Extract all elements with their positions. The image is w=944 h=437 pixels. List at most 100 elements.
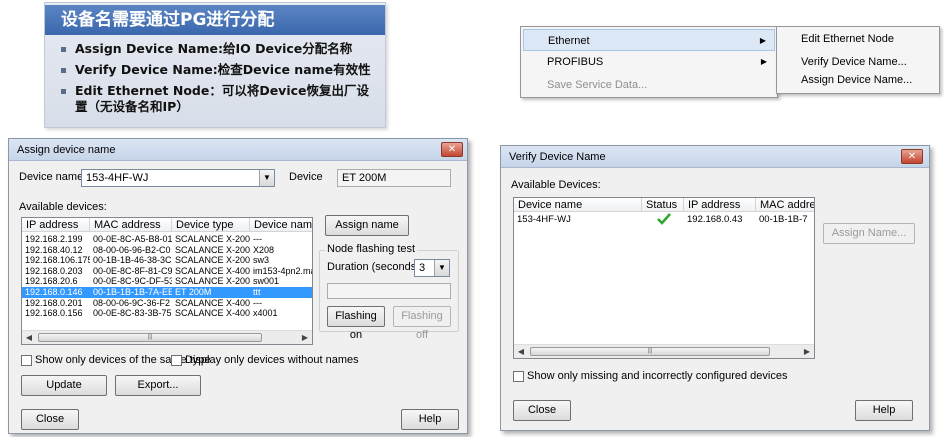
scroll-thumb[interactable]: |||	[38, 333, 262, 342]
column-header[interactable]: MAC address	[90, 218, 172, 232]
dialog-title: Verify Device Name	[509, 151, 606, 163]
callout-list: Assign Device Name:给IO Device分配名称 Verify…	[59, 41, 379, 120]
help-button[interactable]: Help	[855, 400, 913, 421]
device-name-cell: ---	[253, 297, 262, 308]
column-header[interactable]: IP address	[684, 198, 756, 212]
assign-name-button[interactable]: Assign name	[325, 215, 409, 236]
without-names-checkbox[interactable]	[171, 355, 182, 366]
submenu-arrow-icon: ▶	[759, 36, 766, 45]
duration-select[interactable]: 3 ▼	[414, 259, 450, 277]
ip-address-cell: 192.168.2.199	[25, 234, 83, 244]
assign-name-button[interactable]: Assign Name...	[823, 223, 915, 244]
submenu-arrow-icon: ▶	[760, 57, 767, 66]
context-menu: Ethernet ▶ PROFIBUS ▶ Save Service Data.…	[520, 26, 778, 98]
table-row[interactable]: 192.168.2.199 00-0E-8C-A5-B8-01 SCALANCE X…	[22, 234, 312, 245]
column-header[interactable]: Device name	[514, 198, 642, 212]
device-type-cell: SCALANCE X-200	[175, 244, 250, 255]
device-name-combobox[interactable]: 153-4HF-WJ ▼	[81, 169, 275, 187]
menu-item-edit-ethernet-node[interactable]: Edit Ethernet Node	[779, 29, 937, 49]
device-label: Device	[289, 171, 323, 183]
without-names-label: Display only devices without names	[185, 354, 359, 366]
table-row[interactable]: 192.168.106.175 00-1B-1B-46-38-3C SCALANCE…	[22, 255, 312, 266]
close-button[interactable]: Close	[21, 409, 79, 430]
table-row[interactable]: 192.168.0.156 00-0E-8C-83-3B-75 SCALANCE X…	[22, 308, 312, 319]
column-header[interactable]: MAC address	[756, 198, 814, 212]
help-button[interactable]: Help	[401, 409, 459, 430]
table-row[interactable]: 192.168.0.201 08-00-06-9C-36-F2 SCALANCE X…	[22, 298, 312, 309]
mac-address-cell: 00-0E-8C-8F-81-C9	[93, 265, 172, 276]
horizontal-scrollbar[interactable]: ◀ ||| ▶	[22, 330, 312, 344]
update-button[interactable]: Update	[21, 375, 107, 396]
scroll-right-icon[interactable]: ▶	[800, 345, 814, 358]
menu-item-save-service-data[interactable]: Save Service Data...	[523, 74, 775, 96]
flashing-on-button[interactable]: Flashing on	[327, 306, 385, 341]
info-callout: 设备名需要通过PG进行分配 Assign Device Name:给IO Dev…	[44, 2, 386, 128]
chevron-down-icon[interactable]: ▼	[259, 170, 274, 186]
menu-item-label: Save Service Data...	[547, 79, 648, 91]
flashing-off-button[interactable]: Flashing off	[393, 306, 451, 341]
table-row[interactable]: 192.168.0.203 00-0E-8C-8F-81-C9 SCALANCE X…	[22, 266, 312, 277]
dialog-title: Assign device name	[17, 144, 116, 156]
close-icon[interactable]: ✕	[901, 149, 923, 164]
missing-devices-checkbox[interactable]	[513, 371, 524, 382]
callout-item: Edit Ethernet Node：可以将Device恢复出厂设置（无设备名和…	[59, 83, 379, 115]
scroll-thumb[interactable]: |||	[530, 347, 770, 356]
menu-item-profibus[interactable]: PROFIBUS ▶	[523, 51, 775, 73]
ip-address-cell: 192.168.0.156	[25, 308, 83, 319]
mac-address-cell: 00-0E-8C-9C-DF-53	[93, 276, 172, 287]
device-type-cell: SCALANCE X-200	[175, 234, 250, 244]
mac-address-cell: 00-1B-1B-46-38-3C	[93, 255, 172, 266]
duration-value: 3	[419, 262, 426, 274]
mac-address-cell: 00-0E-8C-A5-B8-01	[93, 234, 172, 244]
mac-address-cell: 00-0E-8C-83-3B-75	[93, 308, 172, 319]
menu-item-assign-device-name[interactable]: Assign Device Name...	[779, 70, 937, 90]
menu-item-verify-device-name[interactable]: Verify Device Name...	[779, 52, 937, 72]
mac-address-cell: 00-1B-1B-1B-7A-EE	[93, 287, 172, 297]
devices-list[interactable]: Device name Status IP address MAC addres…	[513, 197, 815, 359]
device-name-value: 153-4HF-WJ	[86, 172, 149, 184]
ethernet-submenu: Edit Ethernet Node Verify Device Name...…	[776, 26, 940, 94]
scroll-left-icon[interactable]: ◀	[22, 331, 36, 344]
available-devices-label: Available Devices:	[511, 179, 601, 191]
device-type-cell: SCALANCE X-400	[175, 308, 250, 319]
horizontal-scrollbar[interactable]: ◀ ||| ▶	[514, 344, 814, 358]
node-flashing-label: Node flashing test	[325, 243, 418, 255]
missing-devices-label: Show only missing and incorrectly config…	[527, 370, 788, 382]
verify-device-name-dialog: Verify Device Name ✕ Available Devices: …	[500, 145, 930, 431]
close-button[interactable]: Close	[513, 400, 571, 421]
column-header[interactable]: Device name	[250, 218, 312, 232]
close-icon[interactable]: ✕	[441, 142, 463, 157]
mac-address-cell: 08-00-06-96-B2-C0	[93, 244, 171, 255]
device-type-cell: SCALANCE X-400	[175, 297, 250, 308]
mac-address-cell: 00-1B-1B-7	[759, 214, 808, 225]
dialog-titlebar: Assign device name	[9, 139, 467, 161]
bullet-icon	[61, 68, 66, 73]
devices-list[interactable]: IP address MAC address Device type Devic…	[21, 217, 313, 345]
table-row[interactable]: 192.168.20.6 00-0E-8C-9C-DF-53 SCALANCE X-…	[22, 276, 312, 287]
table-row[interactable]: 192.168.40.12 08-00-06-96-B2-C0 SCALANCE X…	[22, 245, 312, 256]
export-button[interactable]: Export...	[115, 375, 201, 396]
scroll-left-icon[interactable]: ◀	[514, 345, 528, 358]
device-type-field: ET 200M	[337, 169, 451, 187]
device-type-value: ET 200M	[342, 172, 387, 184]
ip-address-cell: 192.168.0.203	[25, 265, 83, 276]
device-name-cell: ---	[253, 234, 262, 244]
list-header: Device name Status IP address MAC addres…	[514, 198, 814, 212]
menu-item-ethernet[interactable]: Ethernet ▶	[523, 29, 775, 51]
callout-item: Verify Device Name:检查Device name有效性	[59, 62, 379, 78]
ip-address-cell: 192.168.106.175	[25, 255, 90, 266]
column-header[interactable]: Device type	[172, 218, 250, 232]
table-row[interactable]: 192.168.0.146 00-1B-1B-1B-7A-EE ET 200M ttt	[22, 287, 312, 298]
table-row[interactable]: 153-4HF-WJ 192.168.0.43 00-1B-1B-7	[514, 213, 814, 226]
bullet-icon	[61, 89, 66, 94]
column-header[interactable]: Status	[642, 198, 684, 212]
device-type-cell: SCALANCE X-400	[175, 265, 250, 276]
duration-label: Duration (seconds):	[327, 261, 423, 273]
scroll-right-icon[interactable]: ▶	[298, 331, 312, 344]
device-name-label: Device name:	[19, 171, 87, 183]
column-header[interactable]: IP address	[22, 218, 90, 232]
chevron-down-icon[interactable]: ▼	[434, 260, 449, 276]
device-type-cell: SCALANCE X-200	[175, 276, 250, 287]
same-type-checkbox[interactable]	[21, 355, 32, 366]
mac-address-cell: 08-00-06-9C-36-F2	[93, 297, 171, 308]
